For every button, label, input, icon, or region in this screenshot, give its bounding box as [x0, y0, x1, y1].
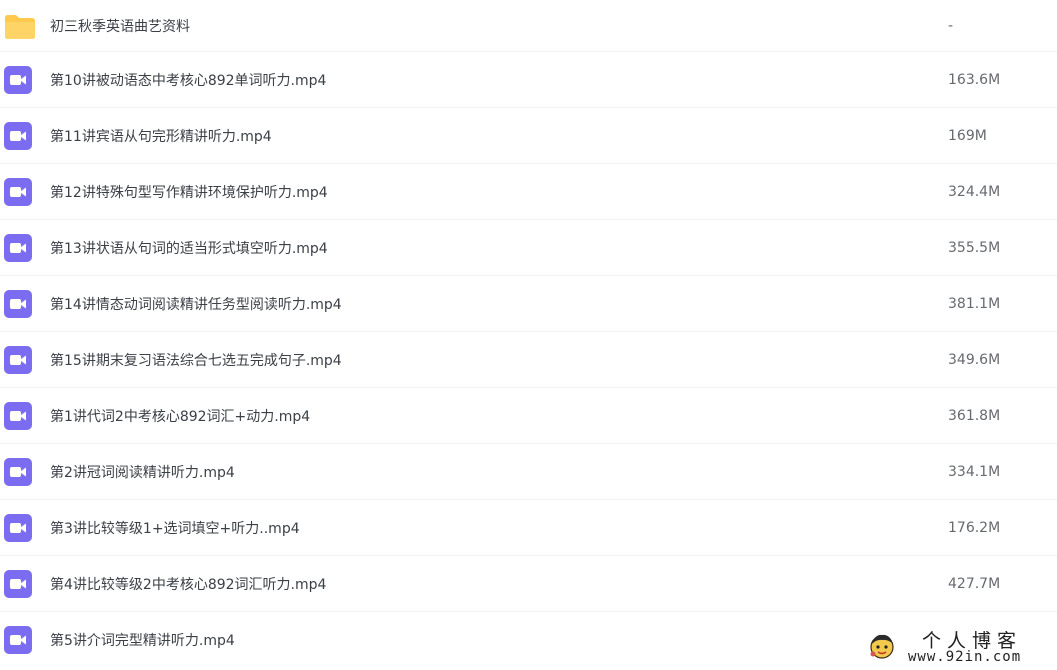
file-row[interactable]: 第4讲比较等级2中考核心892词汇听力.mp4 427.7M [0, 556, 1057, 612]
file-name: 第13讲状语从句词的适当形式填空听力.mp4 [50, 240, 328, 257]
file-name: 第1讲代词2中考核心892词汇+动力.mp4 [50, 408, 311, 425]
file-name: 第2讲冠词阅读精讲听力.mp4 [50, 464, 235, 481]
video-file-icon [4, 345, 32, 374]
video-file-icon [4, 626, 32, 654]
file-name: 第12讲特殊句型写作精讲环境保护听力.mp4 [50, 184, 328, 201]
file-size: 324.4M [948, 183, 1001, 200]
video-file-icon [4, 569, 32, 598]
video-file-icon [4, 65, 32, 94]
file-size: 349.6M [948, 351, 1001, 368]
file-name: 初三秋季英语曲艺资料 [50, 18, 190, 35]
file-row[interactable]: 第1讲代词2中考核心892词汇+动力.mp4 361.8M [0, 388, 1057, 444]
file-row[interactable]: 第2讲冠词阅读精讲听力.mp4 334.1M [0, 444, 1057, 500]
file-name: 第15讲期末复习语法综合七选五完成句子.mp4 [50, 352, 342, 369]
file-row[interactable]: 第11讲宾语从句完形精讲听力.mp4 169M [0, 108, 1057, 164]
video-file-icon [4, 289, 32, 318]
file-row[interactable]: 第3讲比较等级1+选词填空+听力..mp4 176.2M [0, 500, 1057, 556]
file-name: 第3讲比较等级1+选词填空+听力..mp4 [50, 520, 300, 537]
file-size: 361.8M [948, 407, 1001, 424]
folder-icon [4, 12, 35, 40]
video-file-icon [4, 233, 32, 262]
file-list: 初三秋季英语曲艺资料 - 第10讲被动语态中考核心892单词听力.mp4 163… [0, 0, 1057, 668]
file-row[interactable]: 第12讲特殊句型写作精讲环境保护听力.mp4 324.4M [0, 164, 1057, 220]
watermark: 个人博客 www.92in.com [862, 626, 1052, 666]
file-name: 第4讲比较等级2中考核心892词汇听力.mp4 [50, 576, 327, 593]
file-size: 163.6M [948, 71, 1001, 88]
file-size: 381.1M [948, 295, 1001, 312]
folder-row[interactable]: 初三秋季英语曲艺资料 - [0, 0, 1057, 52]
file-size: - [948, 17, 954, 34]
video-file-icon [4, 121, 32, 150]
file-row[interactable]: 第13讲状语从句词的适当形式填空听力.mp4 355.5M [0, 220, 1057, 276]
video-file-icon [4, 401, 32, 430]
file-row[interactable]: 第14讲情态动词阅读精讲任务型阅读听力.mp4 381.1M [0, 276, 1057, 332]
file-size: 355.5M [948, 239, 1001, 256]
file-name: 第5讲介词完型精讲听力.mp4 [50, 633, 235, 649]
file-row[interactable]: 第15讲期末复习语法综合七选五完成句子.mp4 349.6M [0, 332, 1057, 388]
file-size: 176.2M [948, 519, 1001, 536]
avatar-icon [868, 632, 896, 660]
video-file-icon [4, 457, 32, 486]
file-size: 169M [948, 127, 987, 144]
video-file-icon [4, 513, 32, 542]
watermark-url: www.92in.com [908, 649, 1022, 665]
file-size: 334.1M [948, 463, 1001, 480]
file-name: 第14讲情态动词阅读精讲任务型阅读听力.mp4 [50, 296, 342, 313]
file-row[interactable]: 第10讲被动语态中考核心892单词听力.mp4 163.6M [0, 52, 1057, 108]
file-size: 427.7M [948, 575, 1001, 592]
video-file-icon [4, 177, 32, 206]
file-name: 第11讲宾语从句完形精讲听力.mp4 [50, 128, 272, 145]
file-name: 第10讲被动语态中考核心892单词听力.mp4 [50, 72, 327, 89]
